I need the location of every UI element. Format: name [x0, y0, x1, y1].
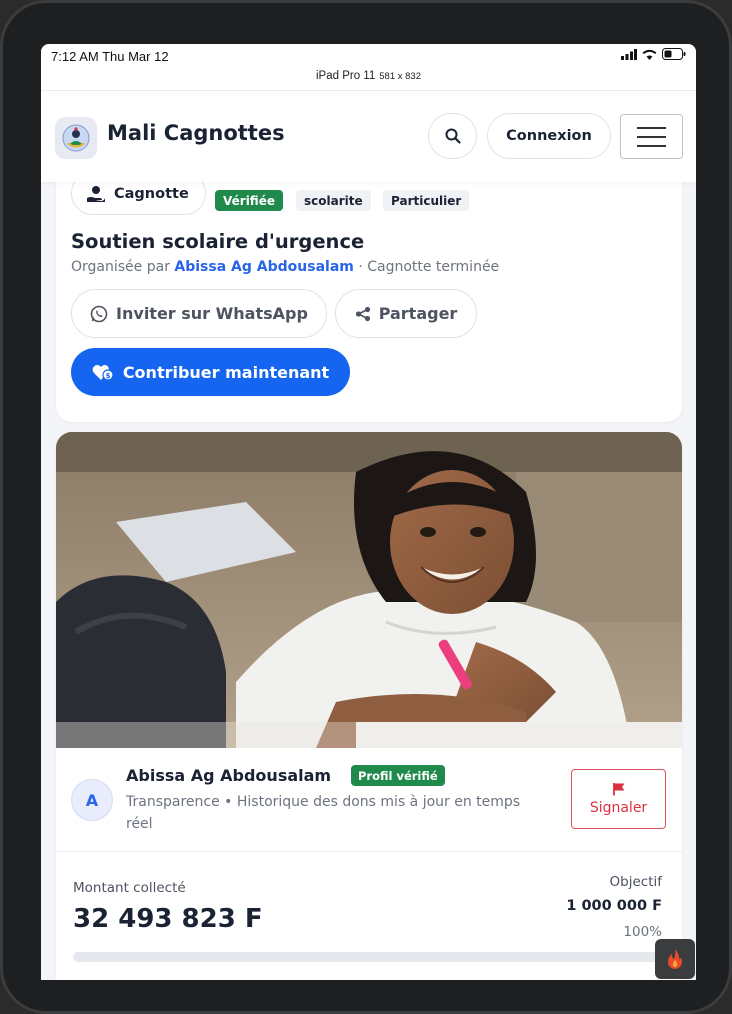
signal-icon [621, 48, 637, 60]
menu-line [637, 144, 666, 147]
search-button[interactable] [428, 113, 477, 159]
profile-verified-badge: Profil vérifié [351, 765, 445, 786]
progress-bar [73, 952, 665, 962]
flame-icon [668, 949, 682, 969]
main-content: Cagnotte Vérifiée scolarite Particulier … [41, 152, 696, 980]
screen: 7:12 AM Thu Mar 12 iPad Pro 11 581 x 832 … [41, 44, 696, 980]
collected-amount: 32 493 823 F [73, 904, 263, 934]
goal-amount: 1 000 000 F [566, 898, 662, 914]
collected-label: Montant collecté [73, 880, 186, 896]
campaign-type-label: Cagnotte [114, 185, 189, 202]
organised-prefix: Organisée par [71, 259, 170, 275]
verified-tag: Vérifiée [215, 190, 283, 211]
avatar[interactable]: A [71, 779, 113, 821]
share-button[interactable]: Partager [335, 289, 477, 338]
contribute-label: Contribuer maintenant [122, 362, 330, 382]
organiser-line: Organisée par Abissa Ag Abdousalam · Cag… [71, 259, 499, 275]
owner-row: A Abissa Ag Abdousalam Profil vérifié Tr… [56, 748, 682, 852]
status-time: 7:12 AM Thu Mar 12 [51, 49, 169, 64]
flag-icon [612, 783, 624, 796]
goal-percent: 100% [623, 924, 662, 940]
wifi-icon [642, 49, 657, 60]
device-name: iPad Pro 11 [316, 70, 376, 82]
status-icons [621, 48, 686, 60]
login-button[interactable]: Connexion [487, 113, 611, 159]
device-dims: 581 x 832 [379, 71, 421, 82]
app-title[interactable]: Mali Cagnottes [107, 121, 285, 145]
hamburger-menu-button[interactable] [620, 114, 683, 159]
campaign-detail-card: A Abissa Ag Abdousalam Profil vérifié Tr… [56, 432, 682, 980]
organiser-link[interactable]: Abissa Ag Abdousalam [174, 259, 353, 275]
battery-icon [662, 48, 686, 60]
status-bar: 7:12 AM Thu Mar 12 iPad Pro 11 581 x 832 [41, 44, 696, 90]
device-frame: 7:12 AM Thu Mar 12 iPad Pro 11 581 x 832 … [0, 0, 732, 1014]
menu-line [637, 126, 666, 129]
app-logo[interactable] [55, 117, 97, 159]
campaign-card: Cagnotte Vérifiée scolarite Particulier … [56, 152, 682, 422]
heart-coin-icon: $ [92, 364, 114, 381]
report-label: Signaler [589, 800, 648, 816]
contribute-button[interactable]: $ Contribuer maintenant [71, 348, 350, 396]
owner-name[interactable]: Abissa Ag Abdousalam [126, 766, 331, 785]
app-header: Mali Cagnottes Connexion [41, 90, 696, 182]
invite-whatsapp-button[interactable]: Inviter sur WhatsApp [71, 289, 327, 338]
floating-action-button[interactable] [655, 939, 695, 979]
category-tag: scolarite [296, 190, 371, 211]
whatsapp-icon [90, 305, 108, 322]
whatsapp-label: Inviter sur WhatsApp [116, 304, 308, 323]
device-label: iPad Pro 11 581 x 832 [41, 70, 696, 82]
share-label: Partager [378, 304, 458, 323]
owner-description: Transparence • Historique des dons mis à… [126, 794, 521, 832]
campaign-status: · Cagnotte terminée [358, 259, 500, 275]
campaign-photo [56, 432, 682, 748]
svg-text:$: $ [105, 372, 110, 380]
logo-icon [62, 124, 90, 152]
share-icon [355, 306, 370, 321]
hand-heart-icon [87, 185, 105, 202]
menu-line [637, 135, 666, 138]
funding-stats: Montant collecté 32 493 823 F Objectif 1… [56, 852, 682, 980]
progress-fill [73, 952, 665, 962]
goal-label: Objectif [609, 874, 662, 890]
report-button[interactable]: Signaler [571, 769, 666, 829]
search-icon [445, 128, 461, 144]
owner-type-tag: Particulier [383, 190, 470, 211]
campaign-title: Soutien scolaire d'urgence [71, 230, 365, 253]
